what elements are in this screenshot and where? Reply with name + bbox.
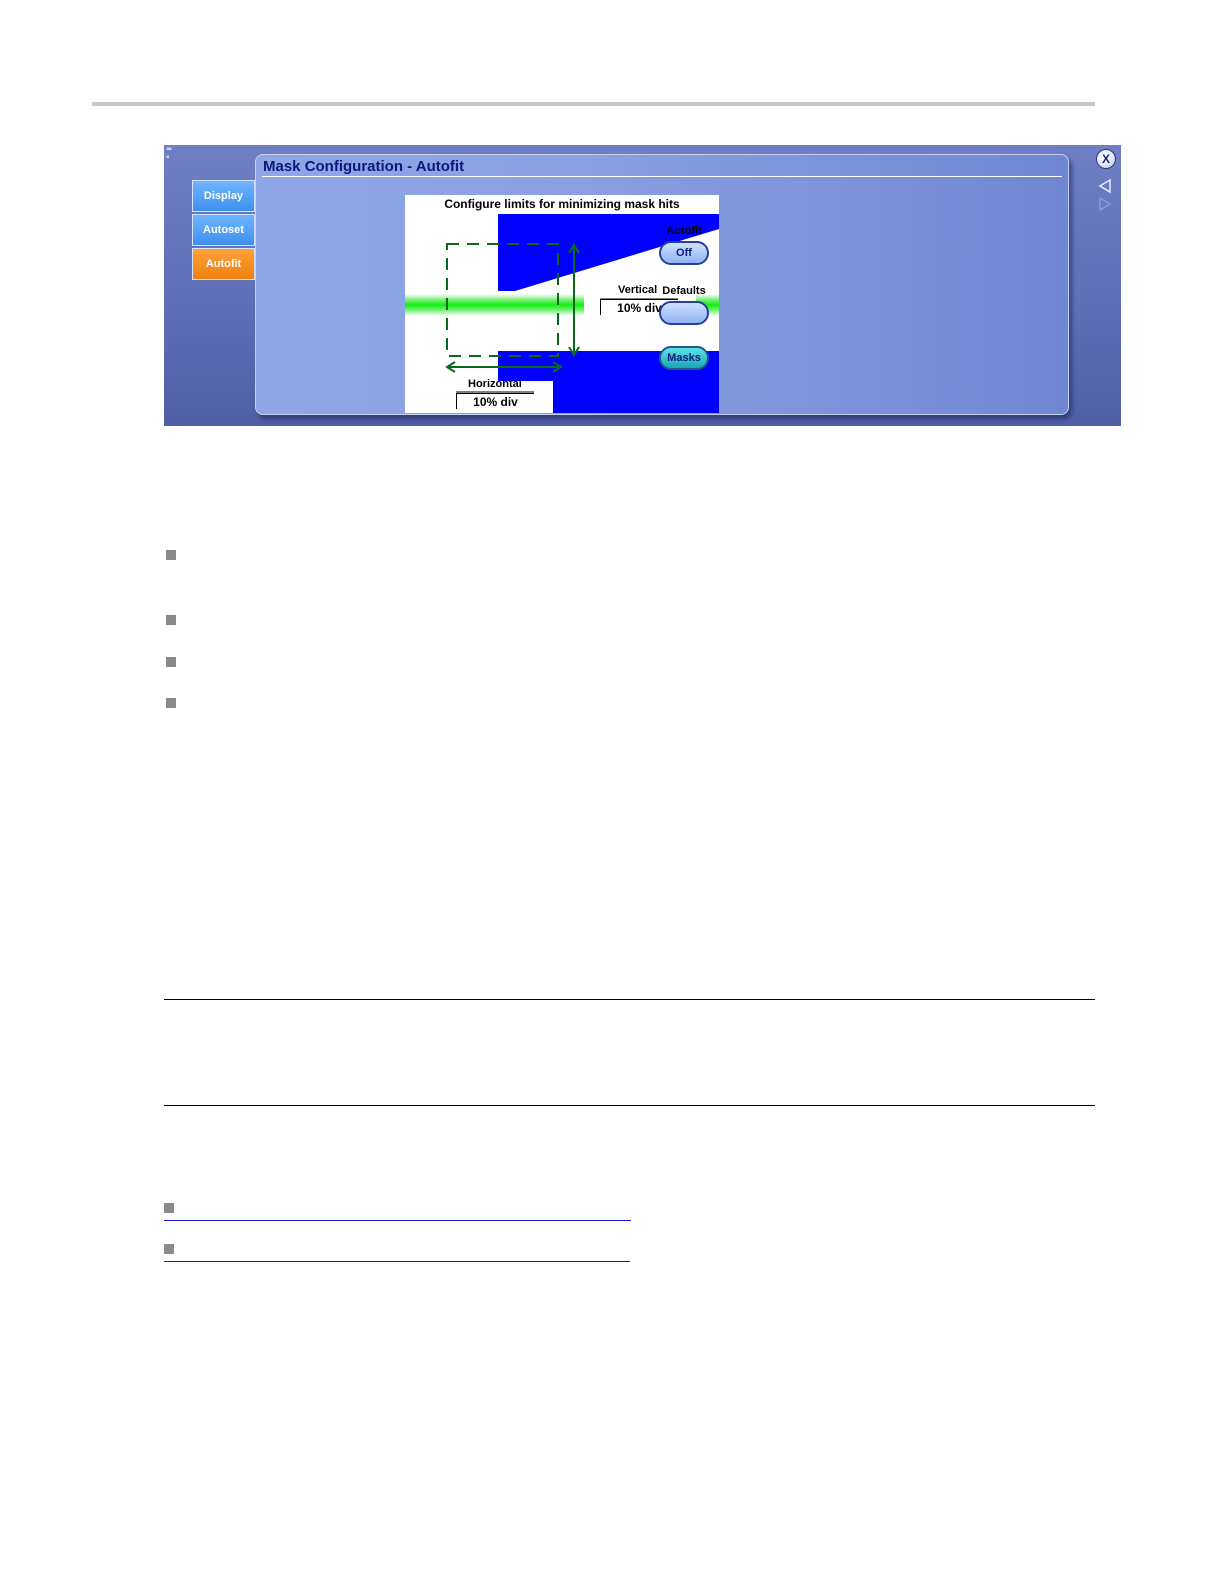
related-bullet-2	[164, 1244, 174, 1254]
list-bullet-3	[166, 657, 176, 667]
tab-autoset[interactable]: Autoset	[192, 214, 255, 246]
list-bullet-2	[166, 615, 176, 625]
related-link-2[interactable]	[164, 1261, 630, 1262]
related-bullet-1	[164, 1203, 174, 1213]
list-bullet-1	[166, 550, 176, 560]
arrow-right-icon[interactable]	[1097, 196, 1113, 212]
list-bullet-4	[166, 698, 176, 708]
mask-autofit-screenshot: ▪▪ ▪ Display Autoset Autofit Mask Configu…	[164, 145, 1121, 426]
related-link-1[interactable]	[164, 1220, 631, 1221]
note-rule-top	[164, 999, 1095, 1000]
tab-autofit[interactable]: Autofit	[192, 248, 255, 280]
grip-icon: ▪▪ ▪	[166, 145, 172, 163]
tab-display[interactable]: Display	[192, 180, 255, 212]
autofit-label: Autofit	[666, 225, 702, 237]
autofit-toggle-button[interactable]: Off	[659, 241, 709, 265]
close-icon[interactable]: X	[1096, 149, 1116, 169]
mask-configuration-dialog: Mask Configuration - Autofit Configure l…	[255, 154, 1069, 415]
horizontal-value-field[interactable]: 10% div	[456, 393, 534, 409]
header-rule	[92, 102, 1095, 106]
dialog-title: Mask Configuration - Autofit	[263, 158, 465, 175]
arrow-left-icon[interactable]	[1097, 178, 1113, 194]
title-divider	[262, 176, 1062, 177]
diagram-caption: Configure limits for minimizing mask hit…	[444, 197, 680, 211]
masks-button[interactable]: Masks	[659, 346, 709, 370]
note-rule-bottom	[164, 1105, 1095, 1106]
defaults-label: Defaults	[662, 285, 706, 297]
horizontal-label: Horizontal	[468, 378, 522, 390]
defaults-button[interactable]	[659, 301, 709, 325]
